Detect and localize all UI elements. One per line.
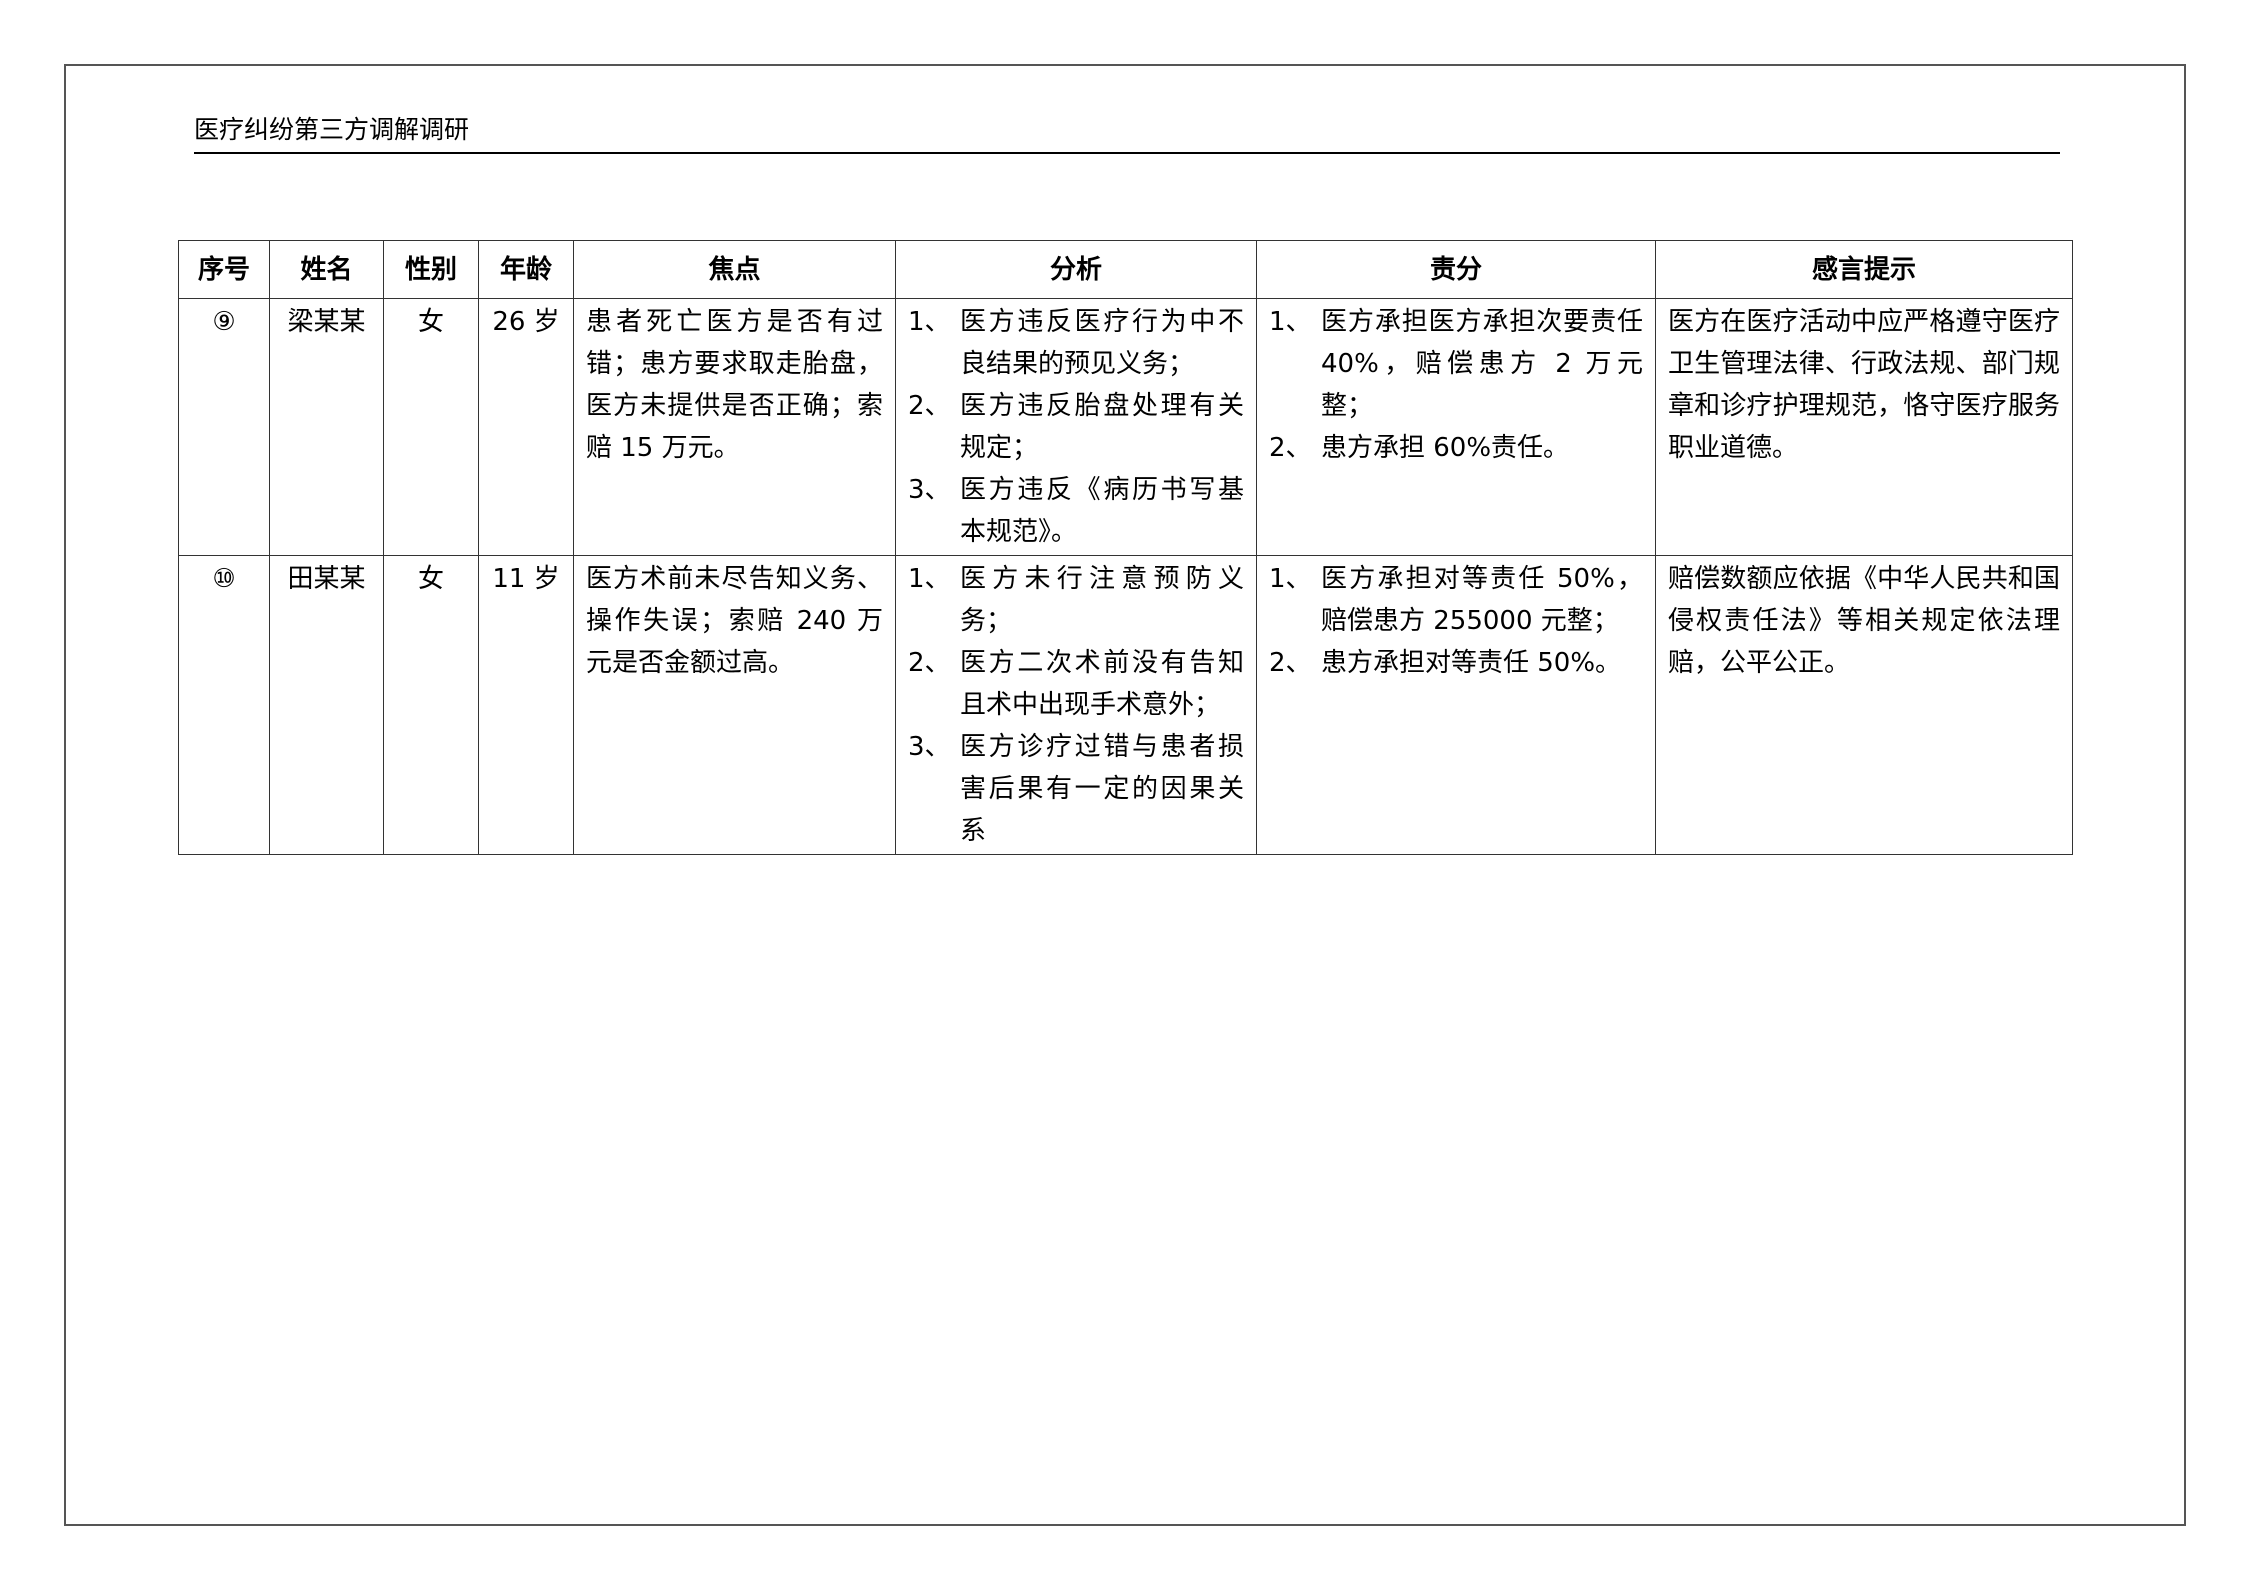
cell-liability: 1、 医方承担医方承担次要责任 40%，赔偿患方 2 万元整； 2、 患方承担 60… (1256, 298, 1656, 556)
list-item-number: 1、 (908, 564, 951, 594)
cell-name: 梁某某 (269, 298, 384, 556)
column-header-name: 姓名 (269, 240, 384, 299)
list-item-number: 3、 (908, 732, 951, 762)
cell-age: 11 岁 (478, 555, 574, 855)
cell-index: ⑩ (178, 555, 270, 855)
list-item-number: 1、 (1269, 307, 1312, 337)
list-item-number: 3、 (908, 475, 951, 505)
cell-remark: 赔偿数额应依据《中华人民共和国侵权责任法》等相关规定依法理赔，公平公正。 (1655, 555, 2073, 855)
table-header-row: 序号 姓名 性别 年龄 焦点 分析 责分 感言提示 (178, 240, 2073, 299)
table-row: ⑩ 田某某 女 11 岁 医方术前未尽告知义务、操作失误；索赔 240 万元是否… (178, 555, 2073, 855)
list-item: 2、 医方二次术前没有告知且术中出现手术意外； (908, 642, 1244, 726)
list-item-text: 医方违反胎盘处理有关规定； (960, 391, 1244, 463)
liability-list: 1、 医方承担对等责任 50%，赔偿患方 255000 元整； 2、 患方承担对等责… (1269, 558, 1643, 684)
cell-focus: 患者死亡医方是否有过错；患方要求取走胎盘，医方未提供是否正确；索赔 15 万元。 (573, 298, 896, 556)
column-header-focus: 焦点 (573, 240, 896, 299)
cell-name: 田某某 (269, 555, 384, 855)
cell-gender: 女 (383, 555, 479, 855)
list-item-number: 1、 (908, 307, 951, 337)
list-item: 1、 医方承担对等责任 50%，赔偿患方 255000 元整； (1269, 558, 1643, 642)
list-item-number: 2、 (908, 391, 951, 421)
list-item-text: 患方承担对等责任 50%。 (1321, 648, 1622, 678)
list-item-text: 医方违反《病历书写基本规范》。 (960, 475, 1244, 547)
analysis-list: 1、 医方违反医疗行为中不良结果的预见义务； 2、 医方违反胎盘处理有关规定； 3、… (908, 301, 1244, 553)
list-item: 2、 医方违反胎盘处理有关规定； (908, 385, 1244, 469)
column-header-remark: 感言提示 (1655, 240, 2073, 299)
column-header-liability: 责分 (1256, 240, 1656, 299)
list-item-text: 医方未行注意预防义务； (960, 564, 1244, 636)
cell-remark: 医方在医疗活动中应严格遵守医疗卫生管理法律、行政法规、部门规章和诊疗护理规范，恪… (1655, 298, 2073, 556)
column-header-index: 序号 (178, 240, 270, 299)
cell-analysis: 1、 医方违反医疗行为中不良结果的预见义务； 2、 医方违反胎盘处理有关规定； 3、… (895, 298, 1257, 556)
document-header: 医疗纠纷第三方调解调研 (194, 112, 2060, 154)
cell-age: 26 岁 (478, 298, 574, 556)
cell-analysis: 1、 医方未行注意预防义务； 2、 医方二次术前没有告知且术中出现手术意外； 3、医… (895, 555, 1257, 855)
list-item: 1、 医方未行注意预防义务； (908, 558, 1244, 642)
list-item-number: 2、 (908, 648, 951, 678)
list-item-text: 患方承担 60%责任。 (1321, 433, 1570, 463)
list-item-text: 医方承担医方承担次要责任 40%，赔偿患方 2 万元整； (1321, 307, 1643, 421)
list-item: 1、 医方承担医方承担次要责任 40%，赔偿患方 2 万元整； (1269, 301, 1643, 427)
list-item: 2、 患方承担 60%责任。 (1269, 427, 1643, 469)
document-header-title: 医疗纠纷第三方调解调研 (194, 115, 470, 144)
cell-gender: 女 (383, 298, 479, 556)
list-item-number: 2、 (1269, 433, 1312, 463)
cell-focus: 医方术前未尽告知义务、操作失误；索赔 240 万元是否金额过高。 (573, 555, 896, 855)
liability-list: 1、 医方承担医方承担次要责任 40%，赔偿患方 2 万元整； 2、 患方承担 60… (1269, 301, 1643, 469)
cell-index: ⑨ (178, 298, 270, 556)
column-header-gender: 性别 (383, 240, 479, 299)
list-item-number: 2、 (1269, 648, 1312, 678)
list-item-text: 医方承担对等责任 50%，赔偿患方 255000 元整； (1321, 564, 1643, 636)
list-item: 2、 患方承担对等责任 50%。 (1269, 642, 1643, 684)
case-table: 序号 姓名 性别 年龄 焦点 分析 责分 感言提示 ⑨ 梁某某 女 26 岁 患… (178, 240, 2073, 855)
list-item: 1、 医方违反医疗行为中不良结果的预见义务； (908, 301, 1244, 385)
list-item-text: 医方诊疗过错与患者损害后果有一定的因果关系 (960, 732, 1244, 846)
list-item: 3、 医方诊疗过错与患者损害后果有一定的因果关系 (908, 726, 1244, 852)
list-item: 3、 医方违反《病历书写基本规范》。 (908, 469, 1244, 553)
list-item-text: 医方违反医疗行为中不良结果的预见义务； (960, 307, 1244, 379)
list-item-number: 1、 (1269, 564, 1312, 594)
list-item-text: 医方二次术前没有告知且术中出现手术意外； (960, 648, 1244, 720)
cell-liability: 1、 医方承担对等责任 50%，赔偿患方 255000 元整； 2、 患方承担对等责… (1256, 555, 1656, 855)
column-header-age: 年龄 (478, 240, 574, 299)
column-header-analysis: 分析 (895, 240, 1257, 299)
analysis-list: 1、 医方未行注意预防义务； 2、 医方二次术前没有告知且术中出现手术意外； 3、医… (908, 558, 1244, 852)
table-row: ⑨ 梁某某 女 26 岁 患者死亡医方是否有过错；患方要求取走胎盘，医方未提供是… (178, 298, 2073, 556)
